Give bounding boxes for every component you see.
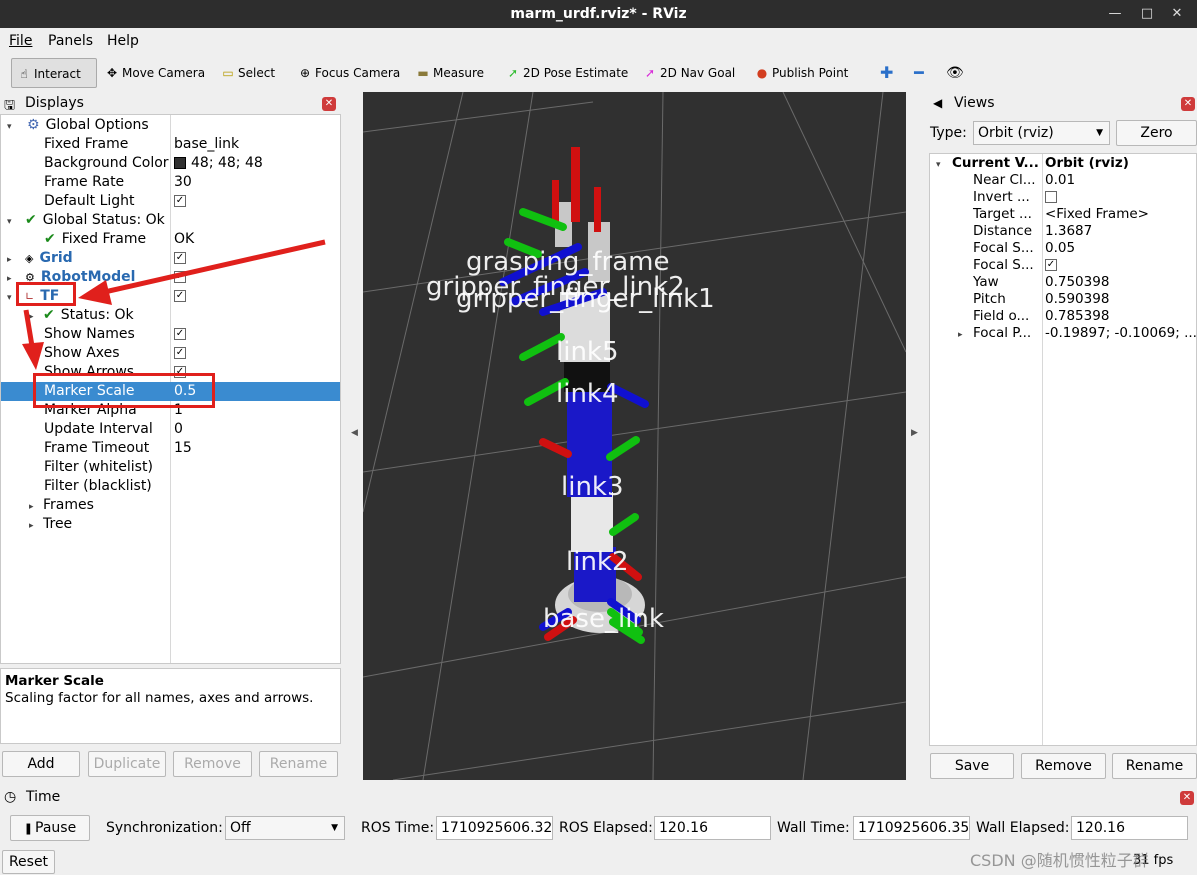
ros-time-field[interactable]: 1710925606.32 [436,816,553,840]
views-tree: ▾ Current V... Orbit (rviz) Near Cl... 0.… [929,153,1197,746]
ros-elapsed-label: ROS Elapsed: [559,820,653,836]
nav-goal-tool[interactable]: ➚ 2D Nav Goal [638,58,735,88]
pose-estimate-tool[interactable]: ➚ 2D Pose Estimate [501,58,628,88]
pause-button[interactable]: ❚ Pause [10,815,90,841]
focal-shape-fixed-label: Focal S... [973,257,1034,273]
views-title: Views [954,95,995,111]
ros-time-label: ROS Time: [361,820,435,836]
annotation-arrowhead-1 [78,280,112,305]
focal-point-value[interactable]: -0.19897; -0.10069; ... [1045,325,1196,342]
focal-point-row[interactable]: ▸ Focal P... [958,325,1031,342]
ground-grid [363,92,906,780]
target-frame-value[interactable]: <Fixed Frame> [1045,206,1149,223]
remove-view-button[interactable]: Remove [1021,753,1106,779]
view-type-select[interactable]: Orbit (rviz) ▼ [973,121,1110,145]
eye-icon[interactable]: 👁 [942,58,964,88]
distance-label: Distance [973,223,1033,239]
reset-button[interactable]: Reset [2,850,55,874]
camera-icon: ◀ [933,96,943,110]
invert-checkbox[interactable] [1045,189,1057,206]
near-clip-value[interactable]: 0.01 [1045,172,1075,189]
description-title: Marker Scale [5,673,104,689]
frame-timeout-label: Frame Timeout [44,440,150,456]
map-pin-icon: ● [756,66,768,80]
description-text: Scaling factor for all names, axes and a… [5,690,314,706]
filter-blacklist-label[interactable]: Filter (blacklist) [44,477,152,496]
magenta-arrow-icon: ➚ [644,66,656,80]
yaw-value[interactable]: 0.750398 [1045,274,1109,291]
wall-elapsed-field[interactable]: 120.16 [1071,816,1188,840]
clock-icon: ◷ [4,789,17,805]
views-close-icon[interactable]: ✕ [1181,97,1195,111]
frame-label: base_link [543,604,664,634]
add-button[interactable]: Add [2,751,80,777]
close-icon[interactable]: ✕ [1167,4,1187,24]
publish-point-tool[interactable]: ● Publish Point [750,58,849,88]
frame-label: link5 [556,337,619,367]
duplicate-button[interactable]: Duplicate [88,751,166,777]
type-label: Type: [930,125,967,141]
collapse-right-icon[interactable]: ▶ [911,428,918,438]
maximize-icon[interactable]: □ [1137,4,1157,24]
green-arrow-icon: ➚ [507,66,519,80]
annotation-arrows [22,239,326,370]
property-description: Marker Scale Scaling factor for all name… [0,668,341,744]
ros-elapsed-field[interactable]: 120.16 [654,816,771,840]
annotation-arrowhead-2 [22,342,44,370]
time-close-icon[interactable]: ✕ [1180,791,1194,805]
wall-elapsed-label: Wall Elapsed: [976,820,1070,836]
focal-shape-fixed-checkbox[interactable]: ✓ [1045,257,1057,274]
focal-shape-size-label: Focal S... [973,240,1034,256]
synchronization-label: Synchronization: [106,820,223,836]
frame-label: link3 [561,472,624,502]
invert-label: Invert ... [973,189,1030,205]
near-clip-label: Near Cl... [973,172,1036,188]
minimize-icon[interactable]: — [1105,4,1125,24]
measure-tool[interactable]: ▬ Measure [411,58,484,88]
dropdown-arrow-icon: ▼ [1096,128,1103,138]
rename-view-button[interactable]: Rename [1112,753,1197,779]
current-view-value: Orbit (rviz) [1045,155,1129,171]
frame-label: gripper_finger_link1 [456,284,715,314]
tree-item-frames[interactable]: ▸ Frames [29,496,94,515]
yaw-label: Yaw [973,274,999,290]
focal-shape-size-value[interactable]: 0.05 [1045,240,1075,257]
pitch-value[interactable]: 0.590398 [1045,291,1109,308]
update-interval-value[interactable]: 0 [174,420,183,439]
wall-time-label: Wall Time: [777,820,850,836]
target-frame-label: Target ... [973,206,1032,222]
time-title: Time [26,789,61,805]
zero-button[interactable]: Zero [1116,120,1197,146]
dropdown-arrow-icon: ▼ [331,823,338,833]
current-view-row[interactable]: ▾ Current V... [936,155,1039,172]
views-header: ◀ Views ✕ [929,94,1197,114]
field-of-view-label: Field o... [973,308,1030,324]
time-header: ◷ Time ✕ [0,787,1197,809]
wall-time-field[interactable]: 1710925606.35 [853,816,970,840]
column-divider [1042,154,1043,745]
scene: grasping_frame gripper_finger_link2 grip… [363,92,906,780]
frame-label: link4 [556,379,619,409]
frame-label: link2 [566,547,629,577]
save-view-button[interactable]: Save [930,753,1014,779]
filter-whitelist-label[interactable]: Filter (whitelist) [44,458,153,477]
pitch-label: Pitch [973,291,1006,307]
annotation-arrow-1 [99,239,326,296]
pause-icon: ❚ [23,822,34,835]
tree-item-tree[interactable]: ▸ Tree [29,515,72,534]
remove-tool-icon[interactable]: ━ [910,58,924,88]
collapse-left-icon[interactable]: ◀ [351,428,358,438]
ruler-icon: ▬ [417,66,429,80]
synchronization-select[interactable]: Off ▼ [225,816,345,840]
rename-display-button[interactable]: Rename [259,751,338,777]
add-tool-icon[interactable]: ✚ [876,58,893,88]
watermark: CSDN @随机惯性粒子群 [970,851,1149,870]
3d-viewport[interactable]: grasping_frame gripper_finger_link2 grip… [363,92,906,780]
distance-value[interactable]: 1.3687 [1045,223,1092,240]
field-of-view-value[interactable]: 0.785398 [1045,308,1109,325]
update-interval-label: Update Interval [44,421,153,437]
remove-display-button[interactable]: Remove [173,751,252,777]
frame-timeout-value[interactable]: 15 [174,439,192,458]
